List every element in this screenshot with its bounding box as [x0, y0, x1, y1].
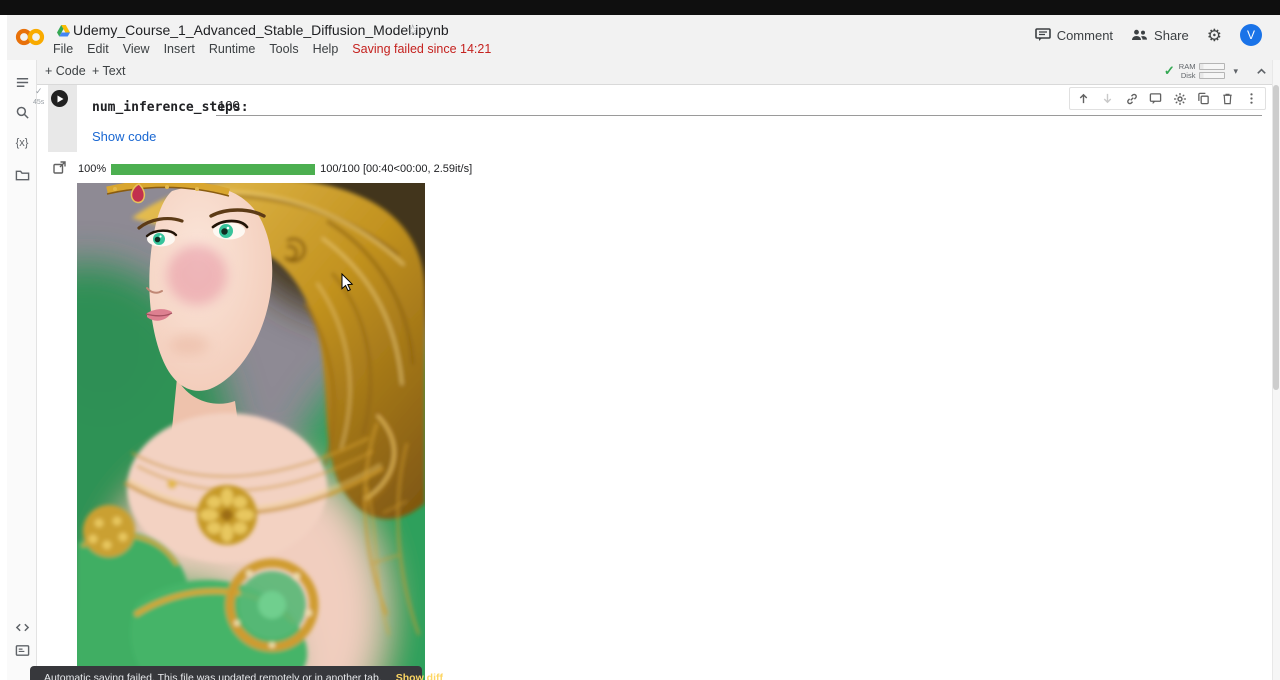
- files-icon[interactable]: [13, 166, 31, 184]
- menu-runtime[interactable]: Runtime: [209, 42, 256, 56]
- toast-message: Automatic saving failed. This file was u…: [44, 672, 382, 680]
- header-actions: Comment Share ⚙ V: [1035, 24, 1262, 46]
- cell-settings-icon[interactable]: [1172, 91, 1187, 106]
- progress-percent: 100%: [78, 163, 106, 175]
- menu-file[interactable]: File: [53, 42, 73, 56]
- settings-gear-icon[interactable]: ⚙: [1207, 27, 1222, 44]
- menu-help[interactable]: Help: [313, 42, 339, 56]
- copy-link-to-cell-icon[interactable]: [1124, 91, 1139, 106]
- show-diff-link[interactable]: Show diff: [396, 672, 443, 680]
- show-code-link[interactable]: Show code: [92, 129, 156, 144]
- move-cell-down-icon[interactable]: [1100, 91, 1115, 106]
- notebook-title[interactable]: Udemy_Course_1_Advanced_Stable_Diffusion…: [73, 22, 449, 38]
- mirror-cell-icon[interactable]: [1196, 91, 1211, 106]
- notebook-toolbar: + Code + Text ✓ RAM Disk ▾: [37, 60, 1280, 85]
- variables-icon[interactable]: {x}: [13, 134, 31, 152]
- share-people-icon: [1131, 29, 1148, 41]
- add-comment-icon[interactable]: [1148, 91, 1163, 106]
- progress-stats: 100/100 [00:40<00:00, 2.59it/s]: [320, 163, 472, 175]
- progress-bar-fill: [111, 164, 315, 175]
- collapse-sections-icon[interactable]: [1255, 65, 1268, 78]
- table-of-contents-icon[interactable]: [13, 73, 31, 91]
- scrollbar-thumb[interactable]: [1273, 85, 1279, 390]
- share-button[interactable]: Share: [1131, 28, 1189, 43]
- header: Udemy_Course_1_Advanced_Stable_Diffusion…: [7, 15, 1280, 60]
- resource-monitor[interactable]: ✓ RAM Disk ▾: [1164, 62, 1238, 80]
- connected-check-icon: ✓: [1164, 63, 1175, 79]
- star-icon[interactable]: ☆: [406, 21, 419, 39]
- autosave-failed-toast: Automatic saving failed. This file was u…: [30, 666, 422, 680]
- cell-output-icon[interactable]: [52, 160, 67, 175]
- chevron-down-icon: ▾: [1233, 66, 1238, 77]
- search-icon[interactable]: [13, 103, 31, 121]
- menu-tools[interactable]: Tools: [269, 42, 298, 56]
- more-cell-actions-icon[interactable]: [1244, 91, 1259, 106]
- left-sidebar: {x}: [7, 60, 37, 680]
- menu-view[interactable]: View: [123, 42, 150, 56]
- drive-icon: [57, 25, 70, 37]
- terminal-icon[interactable]: [13, 641, 31, 659]
- generated-image: [77, 183, 425, 680]
- delete-cell-icon[interactable]: [1220, 91, 1235, 106]
- colab-logo-icon[interactable]: [15, 27, 45, 47]
- ram-label: RAM: [1179, 62, 1196, 71]
- add-text-button[interactable]: + Text: [92, 64, 125, 78]
- disk-meter: [1199, 72, 1225, 79]
- colab-window: Udemy_Course_1_Advanced_Stable_Diffusion…: [0, 0, 1280, 680]
- disk-label: Disk: [1181, 71, 1196, 80]
- menu-insert[interactable]: Insert: [164, 42, 195, 56]
- run-cell-button[interactable]: [51, 90, 68, 107]
- menu-edit[interactable]: Edit: [87, 42, 109, 56]
- cell-executed-check-icon: ✓: [35, 86, 43, 97]
- move-cell-up-icon[interactable]: [1076, 91, 1091, 106]
- account-avatar[interactable]: V: [1240, 24, 1262, 46]
- menu-bar: File Edit View Insert Runtime Tools Help…: [53, 42, 491, 56]
- save-status[interactable]: Saving failed since 14:21: [352, 42, 491, 56]
- ram-meter: [1199, 63, 1225, 70]
- add-code-button[interactable]: + Code: [45, 64, 86, 78]
- comment-icon: [1035, 28, 1051, 42]
- browser-top-edge: [0, 0, 1280, 15]
- progress-bar: [111, 164, 315, 175]
- comment-button[interactable]: Comment: [1035, 28, 1113, 43]
- cell-execution-time: 45s: [33, 99, 44, 106]
- code-snippets-icon[interactable]: [13, 618, 31, 636]
- cell-toolbar: [1069, 87, 1266, 110]
- progress-row: 100% 100/100 [00:40<00:00, 2.59it/s]: [78, 163, 472, 175]
